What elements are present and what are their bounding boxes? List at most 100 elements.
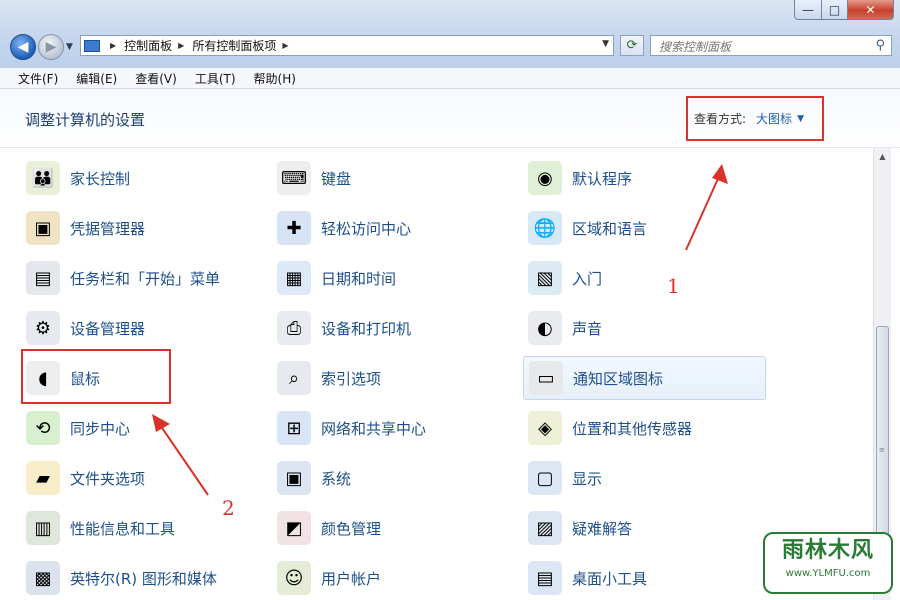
item-label: 英特尔(R) 图形和媒体 xyxy=(70,569,217,588)
item-label: 性能信息和工具 xyxy=(70,519,176,538)
annotation-arrow-1 xyxy=(685,164,728,251)
back-button[interactable]: ◀ xyxy=(10,34,36,60)
user-accounts-icon: ☺ xyxy=(277,561,311,595)
content-header: 调整计算机的设置 查看方式: 大图标 ▼ xyxy=(0,89,900,148)
item-intel-graphics[interactable]: ▩ 英特尔(R) 图形和媒体 xyxy=(21,556,261,600)
item-sync-center[interactable]: ⟲ 同步中心 xyxy=(21,406,261,450)
device-manager-icon: ⚙ xyxy=(26,311,60,345)
item-label: 位置和其他传感器 xyxy=(572,419,693,438)
troubleshooting-icon: ▨ xyxy=(528,511,562,545)
notification-area-icon: ▭ xyxy=(529,361,563,395)
item-location-sensors[interactable]: ◈ 位置和其他传感器 xyxy=(523,406,763,450)
item-label: 设备和打印机 xyxy=(321,319,412,338)
maximize-button[interactable]: □ xyxy=(822,0,848,20)
view-by-label: 查看方式: xyxy=(694,112,747,126)
network-sharing-icon: ⊞ xyxy=(277,411,311,445)
breadcrumb-chevron-icon[interactable]: ▶ xyxy=(110,41,116,50)
item-color-management[interactable]: ◩ 颜色管理 xyxy=(272,506,512,550)
item-label: 通知区域图标 xyxy=(573,369,664,388)
item-label: 设备管理器 xyxy=(70,319,146,338)
view-by-selector[interactable]: 查看方式: 大图标 ▼ xyxy=(686,96,824,141)
item-label: 日期和时间 xyxy=(321,269,397,288)
item-label: 家长控制 xyxy=(70,169,131,188)
recent-pages-dropdown-icon[interactable]: ▼ xyxy=(66,42,73,52)
default-programs-icon: ◉ xyxy=(528,161,562,195)
item-display[interactable]: ▢ 显示 xyxy=(523,456,763,500)
item-notification-area[interactable]: ▭ 通知区域图标 xyxy=(523,356,766,400)
date-time-icon: ▦ xyxy=(277,261,311,295)
search-input[interactable] xyxy=(657,37,861,57)
getting-started-icon: ▧ xyxy=(528,261,562,295)
view-by-value[interactable]: 大图标 xyxy=(756,110,792,127)
item-label: 默认程序 xyxy=(572,169,633,188)
item-keyboard[interactable]: ⌨ 键盘 xyxy=(272,156,512,200)
item-label: 颜色管理 xyxy=(321,519,382,538)
watermark-text: 雨林木风 xyxy=(781,538,874,563)
ease-of-access-icon: ✚ xyxy=(277,211,311,245)
credential-manager-icon: ▣ xyxy=(26,211,60,245)
page-title: 调整计算机的设置 xyxy=(25,111,146,129)
item-system[interactable]: ▣ 系统 xyxy=(272,456,512,500)
chevron-down-icon[interactable]: ▼ xyxy=(797,114,804,124)
item-label: 同步中心 xyxy=(70,419,131,438)
item-label: 凭据管理器 xyxy=(70,219,146,238)
item-indexing[interactable]: ⌕ 索引选项 xyxy=(272,356,512,400)
menu-view[interactable]: 查看(V) xyxy=(126,70,186,87)
control-panel-icon xyxy=(84,39,100,52)
title-bar: — □ ✕ ◀ ▶ ▼ ▶ 控制面板 ▶ 所有控制面板项 ▶ ▼ ⟳ ⚲ xyxy=(0,0,900,68)
taskbar-icon: ▤ xyxy=(26,261,60,295)
forward-button[interactable]: ▶ xyxy=(38,34,64,60)
refresh-button[interactable]: ⟳ xyxy=(620,35,644,56)
minimize-button[interactable]: — xyxy=(794,0,822,20)
item-network-sharing[interactable]: ⊞ 网络和共享中心 xyxy=(272,406,512,450)
item-parental-controls[interactable]: 👪 家长控制 xyxy=(21,156,261,200)
item-label: 系统 xyxy=(321,469,352,488)
scroll-up-arrow-icon[interactable]: ▲ xyxy=(874,148,891,165)
breadcrumb-chevron-icon[interactable]: ▶ xyxy=(282,41,288,50)
close-button[interactable]: ✕ xyxy=(848,0,894,20)
item-label: 轻松访问中心 xyxy=(321,219,412,238)
search-icon[interactable]: ⚲ xyxy=(875,38,885,53)
item-label: 区域和语言 xyxy=(572,219,648,238)
item-user-accounts[interactable]: ☺ 用户帐户 xyxy=(272,556,512,600)
annotation-number-2: 2 xyxy=(222,496,235,520)
item-sound[interactable]: ◐ 声音 xyxy=(523,306,763,350)
item-ease-of-access[interactable]: ✚ 轻松访问中心 xyxy=(272,206,512,250)
menu-edit[interactable]: 编辑(E) xyxy=(67,70,126,87)
item-device-manager[interactable]: ⚙ 设备管理器 xyxy=(21,306,261,350)
gadgets-icon: ▤ xyxy=(528,561,562,595)
system-icon: ▣ xyxy=(277,461,311,495)
item-gadgets[interactable]: ▤ 桌面小工具 xyxy=(523,556,763,600)
item-folder-options[interactable]: ▰ 文件夹选项 xyxy=(21,456,261,500)
menu-tools[interactable]: 工具(T) xyxy=(186,70,245,87)
item-devices-printers[interactable]: ⎙ 设备和打印机 xyxy=(272,306,512,350)
address-dropdown-icon[interactable]: ▼ xyxy=(602,39,609,49)
menu-bar: 文件(F) 编辑(E) 查看(V) 工具(T) 帮助(H) xyxy=(0,68,900,89)
item-credential-manager[interactable]: ▣ 凭据管理器 xyxy=(21,206,261,250)
item-troubleshooting[interactable]: ▨ 疑难解答 xyxy=(523,506,763,550)
item-date-time[interactable]: ▦ 日期和时间 xyxy=(272,256,512,300)
item-taskbar[interactable]: ▤ 任务栏和「开始」菜单 xyxy=(21,256,261,300)
breadcrumb-chevron-icon[interactable]: ▶ xyxy=(178,41,184,50)
menu-help[interactable]: 帮助(H) xyxy=(245,70,305,87)
item-label: 显示 xyxy=(572,469,603,488)
region-language-icon: 🌐 xyxy=(528,211,562,245)
breadcrumb-all-items[interactable]: 所有控制面板项 xyxy=(192,37,276,54)
menu-file[interactable]: 文件(F) xyxy=(0,70,67,87)
folder-options-icon: ▰ xyxy=(26,461,60,495)
search-box[interactable]: ⚲ xyxy=(650,35,892,57)
parental-controls-icon: 👪 xyxy=(26,161,60,195)
item-label: 声音 xyxy=(572,319,603,338)
item-label: 任务栏和「开始」菜单 xyxy=(70,269,221,288)
grip-icon: ≡ xyxy=(879,446,885,454)
item-label: 索引选项 xyxy=(321,369,382,388)
location-sensors-icon: ◈ xyxy=(528,411,562,445)
item-label: 疑难解答 xyxy=(572,519,633,538)
indexing-icon: ⌕ xyxy=(277,361,311,395)
address-bar[interactable]: ▶ 控制面板 ▶ 所有控制面板项 ▶ ▼ xyxy=(80,35,614,56)
performance-icon: ▥ xyxy=(26,511,60,545)
item-getting-started[interactable]: ▧ 入门 xyxy=(523,256,763,300)
breadcrumb-control-panel[interactable]: 控制面板 xyxy=(124,37,172,54)
intel-graphics-icon: ▩ xyxy=(26,561,60,595)
color-management-icon: ◩ xyxy=(277,511,311,545)
